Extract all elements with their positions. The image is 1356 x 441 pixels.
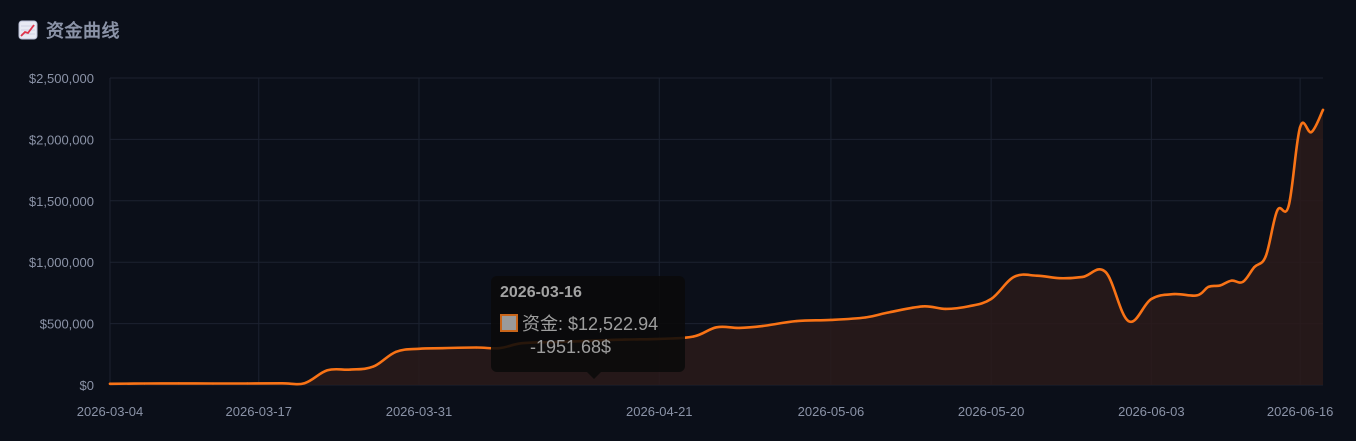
x-tick-label: 2026-04-21 — [626, 404, 693, 419]
y-tick-label: $2,000,000 — [29, 132, 94, 147]
data-point — [1150, 297, 1153, 301]
data-point — [864, 316, 867, 319]
data-point — [1127, 319, 1130, 323]
x-tick-label: 2026-03-31 — [386, 404, 453, 419]
data-point — [795, 319, 798, 323]
data-point — [474, 346, 478, 349]
data-point — [967, 305, 970, 308]
chart-tooltip: 2026-03-16 资金: $12,522.94 -1951.68$ — [491, 276, 685, 379]
data-point — [921, 305, 924, 308]
tooltip-arrow — [587, 372, 601, 379]
data-point — [1218, 284, 1222, 287]
data-point — [371, 365, 375, 368]
x-tick-label: 2026-05-20 — [958, 404, 1025, 419]
data-point — [1241, 280, 1245, 284]
x-tick-label: 2026-06-16 — [1267, 404, 1334, 419]
y-tick-label: $1,500,000 — [29, 194, 94, 209]
data-point — [1253, 265, 1256, 269]
x-tick-label: 2026-03-04 — [77, 404, 144, 419]
data-point — [177, 382, 180, 385]
data-point — [1058, 276, 1062, 280]
data-point — [989, 297, 993, 301]
data-point — [417, 347, 421, 350]
area-fill — [110, 109, 1323, 386]
data-point — [761, 324, 764, 328]
data-point — [280, 382, 283, 385]
y-tick-label: $2,500,000 — [29, 71, 94, 86]
data-point — [738, 326, 741, 330]
data-point — [1276, 209, 1279, 212]
data-point — [211, 382, 215, 385]
data-point — [394, 350, 398, 354]
data-point — [1173, 292, 1176, 296]
y-tick-label: $500,000 — [40, 317, 94, 332]
y-tick-label: $1,000,000 — [29, 255, 94, 270]
data-point — [944, 307, 947, 311]
data-point — [1264, 254, 1267, 258]
data-point — [326, 369, 329, 372]
equity-curve-panel: 资金曲线 $0 $500,000 $1,000,000 $1,500,000 $2,00… — [0, 0, 1356, 441]
data-point — [440, 346, 444, 350]
data-point — [108, 382, 112, 385]
data-point — [1230, 279, 1233, 282]
data-point — [349, 368, 352, 371]
data-point — [1298, 125, 1302, 129]
data-point — [692, 335, 695, 338]
tooltip-date: 2026-03-16 — [500, 284, 582, 301]
data-point — [715, 326, 718, 329]
tooltip-value: 资金: $12,522.94 — [522, 314, 659, 334]
series-swatch — [500, 314, 518, 332]
data-point — [1035, 274, 1039, 277]
data-point — [303, 381, 306, 385]
data-point — [1081, 275, 1084, 279]
data-point — [1195, 294, 1199, 297]
x-tick-label: 2026-03-17 — [226, 404, 293, 419]
data-point — [1310, 130, 1313, 134]
data-point — [246, 382, 249, 385]
tooltip-change: -1951.68$ — [530, 337, 612, 357]
data-point — [143, 382, 146, 385]
x-tick-label: 2026-06-03 — [1118, 404, 1185, 419]
data-point — [1321, 108, 1325, 112]
data-point — [886, 311, 890, 314]
x-axis: 2026-03-04 2026-03-17 2026-03-31 2026-04-21… — [77, 404, 1334, 419]
x-tick-label: 2026-05-06 — [798, 404, 865, 419]
equity-chart[interactable]: $0 $500,000 $1,000,000 $1,500,000 $2,000,000… — [0, 0, 1356, 441]
y-axis: $0 $500,000 $1,000,000 $1,500,000 $2,000,000… — [29, 71, 94, 393]
data-point — [1287, 204, 1290, 207]
data-point — [1012, 275, 1016, 279]
series-area — [110, 109, 1323, 386]
data-point — [1207, 285, 1210, 288]
data-point — [829, 318, 833, 322]
y-tick-label: $0 — [80, 378, 94, 393]
tooltip-value-row: 资金: $12,522.94 — [500, 310, 676, 336]
data-point — [1104, 270, 1107, 274]
